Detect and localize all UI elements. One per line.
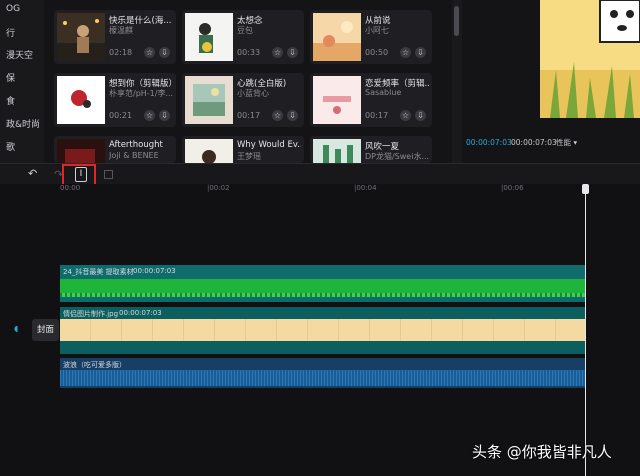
favorite-star-icon[interactable]: ☆	[144, 47, 155, 58]
favorite-star-icon[interactable]: ☆	[272, 110, 283, 121]
track-artist: 小蓝背心	[237, 89, 269, 98]
music-library-panel: 快乐是什么(海... 檬温麒 02:18 ☆ ⇩ 太想念 豆包 00:33 ☆ …	[44, 0, 452, 163]
scrollbar-thumb[interactable]	[454, 6, 459, 36]
download-icon[interactable]: ⇩	[159, 110, 170, 121]
download-icon[interactable]: ⇩	[415, 47, 426, 58]
track-artist: Sasablue	[365, 88, 402, 97]
track-duration: 00:21	[109, 111, 133, 120]
sidebar-item[interactable]: 歌	[6, 140, 15, 153]
music-card[interactable]: 心跳(全白版) 小蓝背心 00:17 ☆ ⇩	[182, 73, 304, 127]
video-clip-duration: 00:00:07:03	[133, 267, 176, 275]
music-card[interactable]: 想到你（剪辑版） 朴享范/pH-1/李... 00:21 ☆ ⇩	[54, 73, 176, 127]
album-cover	[57, 13, 105, 61]
sidebar-item[interactable]: 漫天空	[6, 48, 33, 61]
music-card[interactable]: 从前说 小阿七 00:50 ☆ ⇩	[310, 10, 432, 64]
track-artist: 朴享范/pH-1/李...	[109, 89, 173, 98]
image-thumbnails	[60, 319, 586, 341]
ruler-tick: 00:00	[60, 184, 81, 192]
track-artist: 檬温麒	[109, 26, 133, 35]
undo-icon[interactable]: ↶	[28, 167, 37, 180]
track-artist: 王梦瑶	[237, 152, 261, 161]
mute-icon[interactable]: ◖	[14, 324, 18, 333]
category-sidebar: OG 行 漫天空 保 食 政&时尚 歌	[0, 0, 44, 163]
image-clip-duration: 00:00:07:03	[119, 309, 162, 317]
music-card[interactable]: Afterthought Joji & BENEE	[54, 136, 176, 163]
split-icon[interactable]: I	[75, 167, 87, 182]
music-card[interactable]: 快乐是什么(海... 檬温麒 02:18 ☆ ⇩	[54, 10, 176, 64]
sidebar-item[interactable]: 保	[6, 71, 15, 84]
current-time: 00:00:07:03	[466, 138, 512, 147]
music-card[interactable]: 风吹一夏 DP龙猫/Swei水...	[310, 136, 432, 163]
album-cover	[313, 139, 361, 163]
download-icon[interactable]: ⇩	[287, 47, 298, 58]
sidebar-item[interactable]: 政&时尚	[6, 117, 40, 130]
playhead-line[interactable]	[585, 184, 586, 476]
favorite-star-icon[interactable]: ☆	[400, 47, 411, 58]
album-cover	[57, 76, 105, 124]
download-icon[interactable]: ⇩	[159, 47, 170, 58]
favorite-star-icon[interactable]: ☆	[144, 110, 155, 121]
track-artist: 豆包	[237, 26, 253, 35]
audio-waveform	[60, 370, 586, 386]
sidebar-item[interactable]: OG	[6, 4, 20, 14]
track-artist: DP龙猫/Swei水...	[365, 152, 429, 161]
video-clip-name: 24_抖音最美 提取素材	[63, 268, 134, 276]
cover-button[interactable]: 封面	[32, 319, 59, 341]
favorite-star-icon[interactable]: ☆	[272, 47, 283, 58]
track-artist: Joji & BENEE	[109, 151, 159, 160]
favorite-star-icon[interactable]: ☆	[400, 110, 411, 121]
ruler-tick: |00:06	[501, 184, 524, 192]
sidebar-item[interactable]: 行	[6, 26, 15, 39]
performance-dropdown[interactable]: 性能 ▾	[556, 137, 577, 148]
performance-label: 性能	[556, 138, 571, 147]
track-title: Why Would Ev...	[237, 140, 301, 150]
audio-track-clip[interactable]	[60, 358, 586, 388]
album-cover	[185, 76, 233, 124]
watermark-text: 头条 @你我皆非凡人	[472, 443, 612, 461]
track-duration: 00:17	[237, 111, 261, 120]
delete-icon[interactable]	[104, 170, 113, 179]
album-cover	[185, 13, 233, 61]
audio-clip-name: 波浪（吃可爱多版）	[63, 361, 126, 369]
track-duration: 00:17	[365, 111, 389, 120]
music-card[interactable]: 太想念 豆包 00:33 ☆ ⇩	[182, 10, 304, 64]
chevron-down-icon: ▾	[573, 138, 578, 147]
ruler-tick: |00:04	[354, 184, 377, 192]
track-duration: 00:33	[237, 48, 261, 57]
album-cover	[57, 139, 105, 163]
album-cover	[185, 139, 233, 163]
preview-image	[540, 0, 640, 118]
time-ruler[interactable]: 00:00 |00:02 |00:04 |00:06	[60, 184, 640, 196]
download-icon[interactable]: ⇩	[287, 110, 298, 121]
download-icon[interactable]: ⇩	[415, 110, 426, 121]
image-clip-name: 情侣图片制作.jpg	[63, 310, 119, 318]
ruler-tick: |00:02	[207, 184, 230, 192]
album-cover	[313, 76, 361, 124]
track-duration: 02:18	[109, 48, 133, 57]
track-artist: 小阿七	[365, 26, 389, 35]
track-title: Afterthought	[109, 140, 163, 150]
music-card[interactable]: 恋爱频率（剪辑... Sasablue 00:17 ☆ ⇩	[310, 73, 432, 127]
video-waveform-detail	[60, 293, 586, 297]
total-time: 00:00:07:03	[511, 138, 557, 147]
sidebar-item[interactable]: 食	[6, 94, 15, 107]
album-cover	[313, 13, 361, 61]
playhead-handle[interactable]	[582, 184, 589, 194]
music-card[interactable]: Why Would Ev... 王梦瑶	[182, 136, 304, 163]
timeline-toolbar: ↶ ↷ I	[0, 163, 640, 186]
track-duration: 00:50	[365, 48, 389, 57]
